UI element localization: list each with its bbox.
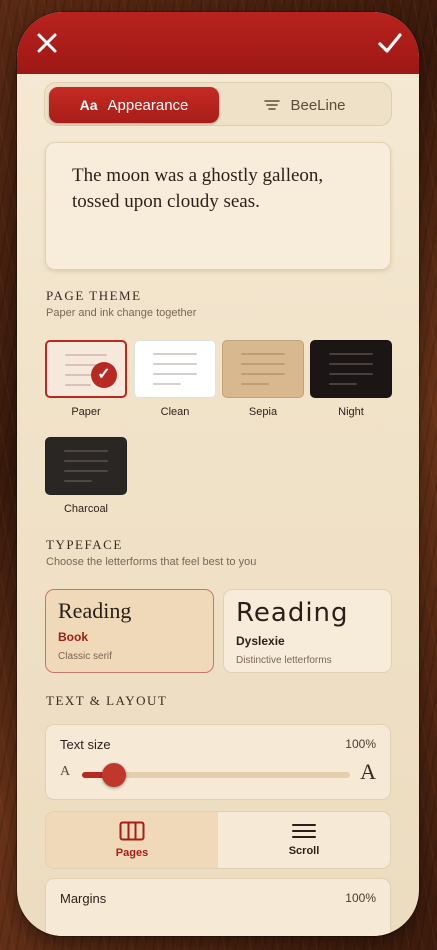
close-icon [37, 33, 57, 53]
theme-text-line [329, 353, 373, 355]
theme-text-line [329, 383, 357, 385]
theme-text-line [64, 480, 92, 482]
theme-text-line [153, 363, 197, 365]
slider-thumb[interactable] [102, 763, 126, 787]
text-size-value: 100% [345, 737, 376, 751]
text-preview: The moon was a ghostly galleon, tossed u… [45, 142, 391, 270]
checkmark-icon [378, 33, 402, 53]
close-button[interactable] [30, 26, 64, 60]
theme-text-line [241, 363, 285, 365]
layout-mode-card: Pages Scroll [45, 811, 391, 869]
done-button[interactable] [373, 26, 407, 60]
header-bar [17, 12, 419, 74]
theme-text-line [64, 460, 108, 462]
mode-scroll-label: Scroll [288, 845, 320, 857]
theme-text-line [241, 353, 285, 355]
text-style-icon: Aa [79, 97, 98, 113]
theme-text-line [153, 373, 197, 375]
theme-text-line [241, 373, 285, 375]
columns-icon [119, 821, 145, 841]
theme-option-sepia[interactable]: Sepia [222, 340, 304, 418]
tab-appearance[interactable]: Aa Appearance [49, 87, 219, 123]
mode-scroll-button[interactable]: Scroll [218, 812, 390, 868]
theme-text-line [153, 383, 181, 385]
theme-text-line [65, 354, 107, 356]
theme-label: Night [338, 406, 364, 418]
mode-segmented-control: Aa Appearance BeeLine [44, 82, 392, 126]
theme-option-paper[interactable]: ✓ Paper [45, 340, 127, 418]
typeface-option-dyslexie[interactable]: Reading Dyslexie Distinctive letterforms [223, 589, 392, 673]
text-size-small-glyph: A [60, 764, 71, 779]
selected-check-icon: ✓ [91, 362, 117, 388]
theme-text-line [64, 450, 108, 452]
theme-option-night[interactable]: Night [310, 340, 392, 418]
page-theme-title: PAGE THEME [46, 288, 142, 303]
lines-icon [264, 100, 281, 110]
typeface-title: TYPEFACE [46, 537, 123, 552]
typeface-name: Book [58, 630, 88, 644]
theme-option-charcoal[interactable]: Charcoal [45, 437, 127, 515]
tab-beeline[interactable]: BeeLine [221, 87, 389, 123]
mode-pages-button[interactable]: Pages [46, 812, 218, 868]
theme-swatch [45, 437, 127, 495]
margins-card: Margins 100% [45, 878, 391, 936]
typeface-subtitle: Choose the letterforms that feel best to… [46, 556, 257, 568]
typeface-option-book[interactable]: Reading Book Classic serif [45, 589, 214, 673]
text-size-label: Text size [60, 737, 111, 752]
theme-swatch [134, 340, 216, 398]
typeface-desc: Distinctive letterforms [236, 655, 332, 666]
typeface-sample: Reading [58, 598, 132, 623]
page-theme-subtitle: Paper and ink change together [46, 307, 197, 319]
theme-label: Paper [71, 406, 101, 418]
theme-label: Clean [160, 406, 190, 418]
theme-text-line [153, 353, 197, 355]
typeface-sample: Reading [236, 598, 349, 628]
theme-text-line [65, 384, 91, 386]
tab-beeline-label: BeeLine [290, 96, 346, 114]
text-size-slider[interactable] [82, 763, 350, 787]
typeface-name: Dyslexie [236, 634, 285, 648]
theme-swatch [222, 340, 304, 398]
mode-pages-label: Pages [115, 847, 149, 859]
theme-text-line [329, 373, 373, 375]
theme-label: Sepia [248, 406, 278, 418]
typeface-desc: Classic serif [58, 651, 112, 662]
theme-swatch: ✓ [45, 340, 127, 398]
text-size-card: Text size 100% A A [45, 724, 391, 800]
theme-text-line [241, 383, 269, 385]
theme-swatch [310, 340, 392, 398]
theme-text-line [329, 363, 373, 365]
tab-appearance-label: Appearance [107, 96, 189, 114]
settings-sheet: Aa Appearance BeeLine The moon was a gho… [17, 12, 419, 936]
theme-option-clean[interactable]: Clean [134, 340, 216, 418]
theme-label: Charcoal [63, 503, 109, 515]
theme-text-line [64, 470, 108, 472]
text-size-big-glyph: A [360, 759, 376, 784]
scroll-lines-icon [292, 824, 316, 838]
text-layout-title: TEXT & LAYOUT [46, 693, 168, 708]
margins-value: 100% [345, 891, 376, 905]
margins-label: Margins [60, 891, 107, 906]
